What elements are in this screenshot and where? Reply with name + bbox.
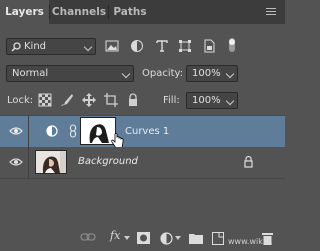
visibility-eye-icon[interactable] <box>9 126 23 136</box>
layer-row-curves[interactable]: Curves 1 <box>0 115 285 149</box>
search-icon <box>11 42 21 52</box>
tab-layers[interactable]: Layers <box>0 0 49 24</box>
lock-label: Lock: <box>7 95 34 106</box>
type-filter-icon[interactable] <box>155 39 169 53</box>
opacity-field[interactable]: 100% <box>186 65 238 82</box>
lock-artboard-icon[interactable] <box>104 93 118 107</box>
opacity-value: 100% <box>192 68 221 79</box>
chevron-down-icon <box>225 69 235 79</box>
fill-label: Fill: <box>163 95 180 106</box>
lock-image-icon[interactable] <box>60 93 74 107</box>
filter-kind-label: Kind <box>24 41 47 52</box>
chevron-down-icon <box>175 236 181 240</box>
lock-position-icon[interactable] <box>82 93 96 107</box>
layer-name[interactable]: Curves 1 <box>125 126 169 137</box>
adjustment-filter-icon[interactable] <box>130 39 144 53</box>
layer-name[interactable]: Background <box>78 156 138 167</box>
layer-mask-thumbnail[interactable] <box>80 117 116 145</box>
layer-lock-icon <box>244 155 253 168</box>
filter-kind-dropdown[interactable]: Kind <box>6 38 96 55</box>
smart-object-filter-icon[interactable] <box>202 39 216 53</box>
filter-toggle-icon[interactable] <box>228 37 236 53</box>
shape-filter-icon[interactable] <box>178 39 192 53</box>
chevron-down-icon <box>121 69 131 79</box>
opacity-label: Opacity: <box>142 68 184 79</box>
pixel-filter-icon[interactable] <box>105 39 119 53</box>
blend-mode-dropdown[interactable]: Normal <box>6 65 134 82</box>
column-divider <box>28 147 29 178</box>
panel-menu-icon[interactable] <box>266 8 276 16</box>
layers-panel: Layers Channels Paths Kind Normal Opacit… <box>0 0 285 251</box>
fill-field[interactable]: 100% <box>186 92 238 109</box>
chevron-down-icon <box>124 236 130 240</box>
adjustment-layer-icon <box>46 125 58 137</box>
add-mask-icon[interactable] <box>137 232 150 244</box>
tab-channels[interactable]: Channels <box>50 0 108 24</box>
mask-image <box>82 119 114 143</box>
layer-thumbnail[interactable] <box>35 150 67 174</box>
lock-transparent-icon[interactable] <box>38 93 52 107</box>
tab-paths[interactable]: Paths <box>109 0 151 24</box>
layer-row-background[interactable]: Background <box>0 147 285 179</box>
chevron-down-icon <box>225 96 235 106</box>
fill-value: 100% <box>192 95 221 106</box>
new-adjustment-icon[interactable] <box>160 232 173 245</box>
new-group-icon[interactable] <box>189 232 203 244</box>
panel-tab-bar: Layers Channels Paths <box>0 0 285 24</box>
blend-mode-value: Normal <box>12 68 49 79</box>
fx-icon[interactable]: fx <box>110 229 120 242</box>
visibility-eye-icon[interactable] <box>9 157 23 167</box>
new-layer-icon[interactable] <box>212 232 224 245</box>
column-divider <box>28 116 29 147</box>
mask-link-icon[interactable] <box>69 124 77 138</box>
lock-all-icon[interactable] <box>126 93 140 107</box>
chevron-down-icon <box>83 42 93 52</box>
background-photo <box>36 151 66 173</box>
delete-icon[interactable] <box>262 232 273 245</box>
link-layers-icon[interactable] <box>80 232 96 242</box>
